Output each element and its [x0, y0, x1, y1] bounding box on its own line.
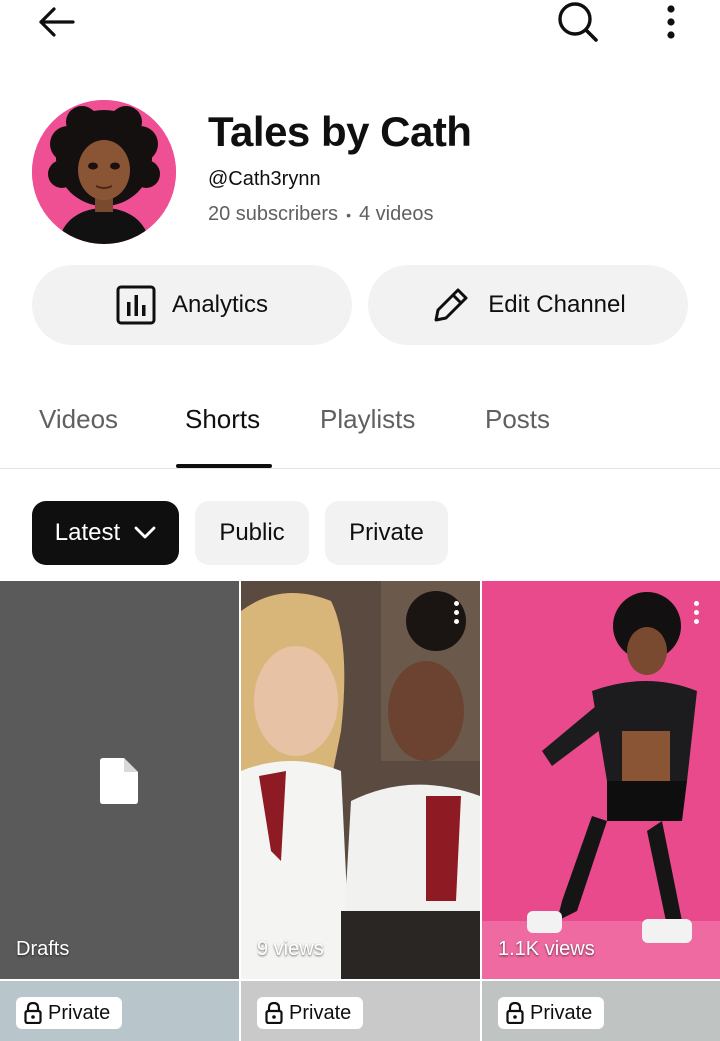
more-vertical-icon[interactable]: [454, 601, 460, 624]
search-button[interactable]: [552, 0, 602, 44]
pencil-icon: [434, 288, 468, 322]
shorts-tile-4[interactable]: Private: [0, 981, 239, 1041]
channel-avatar[interactable]: [32, 100, 176, 244]
channel-stats: 20 subscribers • 4 videos: [208, 203, 433, 226]
analytics-icon: [116, 285, 156, 325]
drafts-label: Drafts: [16, 938, 70, 960]
tab-posts[interactable]: Posts: [485, 404, 550, 435]
back-button[interactable]: [30, 2, 82, 42]
privacy-label: Private: [289, 1001, 352, 1024]
filter-chip-public[interactable]: Public: [195, 501, 309, 565]
video-count: 4 videos: [358, 203, 434, 225]
tab-shorts[interactable]: Shorts: [185, 404, 260, 435]
filter-chip-latest[interactable]: Latest: [32, 501, 179, 565]
subscriber-count: 20 subscribers: [208, 203, 339, 225]
shorts-tile-drafts[interactable]: Drafts: [0, 581, 239, 979]
lock-icon: [506, 1002, 524, 1024]
analytics-button[interactable]: Analytics: [32, 265, 352, 345]
chevron-down-icon: [134, 526, 156, 539]
views-label: 9 views: [257, 938, 324, 960]
search-icon: [558, 2, 598, 42]
privacy-label: Private: [48, 1001, 111, 1024]
arrow-left-icon: [39, 7, 75, 37]
more-vertical-icon: [667, 5, 675, 39]
tabs-divider: [0, 468, 720, 469]
views-label: 1.1K views: [498, 938, 595, 960]
avatar-illustration: [32, 100, 176, 244]
more-options-button[interactable]: [656, 2, 686, 42]
draft-file-icon: [100, 758, 138, 804]
shorts-tile-5[interactable]: Private: [241, 981, 480, 1041]
filter-chip-private[interactable]: Private: [325, 501, 448, 565]
edit-channel-label: Edit Channel: [488, 291, 626, 318]
stats-separator: •: [346, 206, 351, 223]
more-vertical-icon[interactable]: [694, 601, 700, 624]
edit-channel-button[interactable]: Edit Channel: [368, 265, 688, 345]
shorts-tile-3[interactable]: 1.1K views: [482, 581, 720, 979]
filter-latest-label: Latest: [54, 519, 121, 546]
privacy-badge: Private: [498, 997, 605, 1029]
short-thumbnail-dancer: [482, 581, 720, 979]
analytics-label: Analytics: [171, 291, 269, 318]
short-thumbnail-two-girls: [241, 581, 480, 979]
privacy-badge: Private: [16, 997, 123, 1029]
privacy-label: Private: [530, 1001, 593, 1024]
channel-name: Tales by Cath: [208, 108, 472, 155]
shorts-tile-2[interactable]: 9 views: [241, 581, 480, 979]
lock-icon: [265, 1002, 283, 1024]
shorts-tile-6[interactable]: Private: [482, 981, 720, 1041]
channel-handle: @Cath3rynn: [208, 168, 321, 190]
lock-icon: [24, 1002, 42, 1024]
tab-playlists[interactable]: Playlists: [320, 404, 415, 435]
tab-videos[interactable]: Videos: [39, 404, 118, 435]
privacy-badge: Private: [257, 997, 364, 1029]
